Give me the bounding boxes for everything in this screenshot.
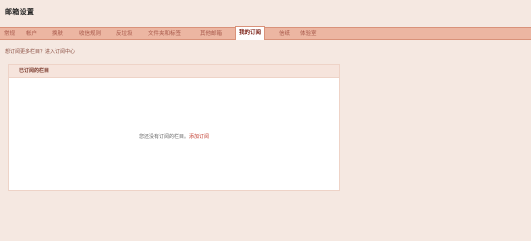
subscribed-columns-panel: 已订阅的栏目 您还没有订阅的栏目。添加订阅 bbox=[8, 64, 340, 191]
subscription-hint: 想订阅更多栏目？进入订阅中心 bbox=[5, 48, 75, 55]
tab-general[interactable]: 常规 bbox=[4, 29, 15, 39]
page-title: 邮箱设置 bbox=[5, 8, 35, 16]
empty-state-text: 您还没有订阅的栏目。 bbox=[138, 134, 189, 140]
empty-state: 您还没有订阅的栏目。添加订阅 bbox=[9, 133, 339, 140]
tab-account[interactable]: 帐户 bbox=[26, 29, 37, 39]
settings-tab-bar: 常规 帐户 换肤 收信规则 反垃圾 文件夹和标签 其他邮箱 我的订阅 信纸 体验… bbox=[0, 26, 531, 40]
add-subscription-link[interactable]: 添加订阅 bbox=[189, 134, 209, 140]
panel-body: 您还没有订阅的栏目。添加订阅 bbox=[9, 78, 339, 190]
subscription-hint-text: 想订阅更多栏目？ bbox=[5, 49, 46, 55]
panel-header: 已订阅的栏目 bbox=[9, 65, 339, 78]
tab-my-subscriptions[interactable]: 我的订阅 bbox=[235, 26, 266, 40]
tab-receive-rules[interactable]: 收信规则 bbox=[79, 29, 101, 39]
tab-anti-spam[interactable]: 反垃圾 bbox=[116, 29, 133, 39]
tab-folders-labels[interactable]: 文件夹和标签 bbox=[148, 29, 181, 39]
tab-other-mailbox[interactable]: 其他邮箱 bbox=[200, 29, 222, 39]
tab-skin[interactable]: 换肤 bbox=[52, 29, 63, 39]
subscription-center-link[interactable]: 进入订阅中心 bbox=[45, 49, 75, 55]
tab-stationery[interactable]: 信纸 bbox=[279, 29, 290, 39]
tab-lab[interactable]: 体验室 bbox=[300, 29, 317, 39]
